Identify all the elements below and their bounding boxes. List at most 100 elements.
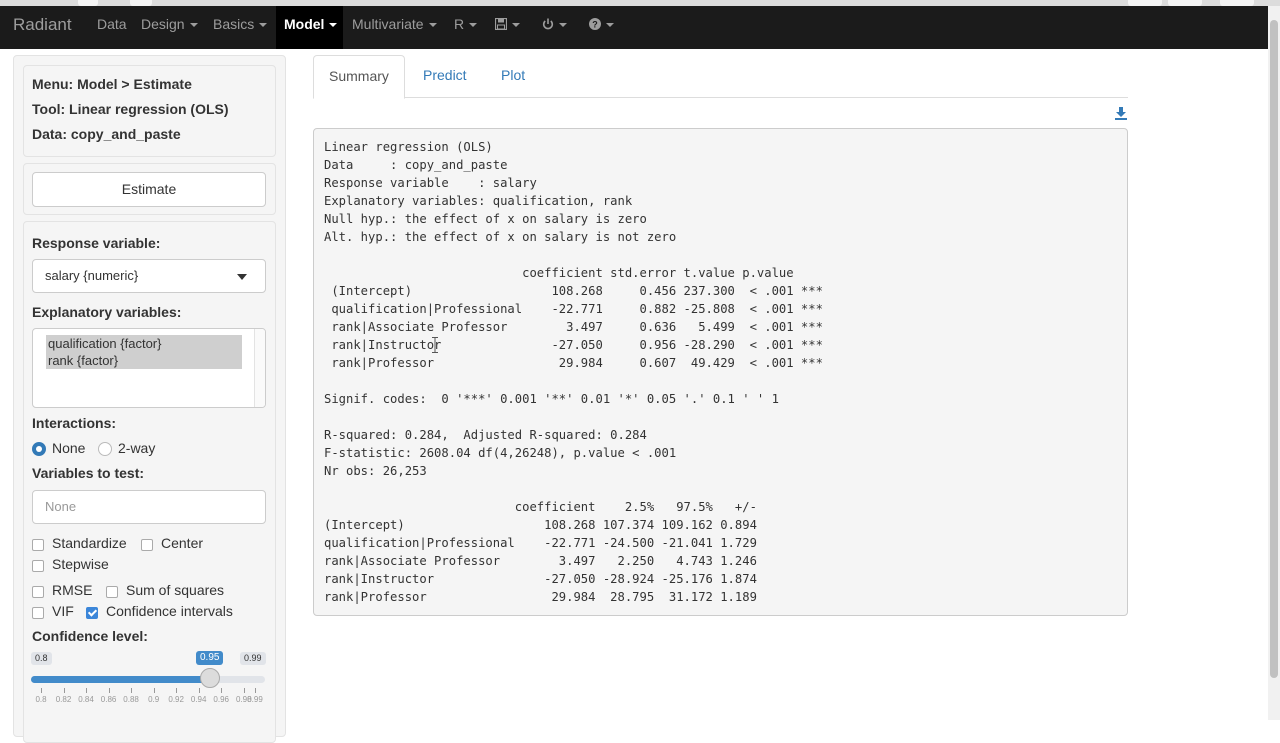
nav-basics[interactable]: Basics xyxy=(213,16,268,38)
standardize-label: Standardize xyxy=(52,535,127,551)
slider-tick-label: 0.86 xyxy=(100,695,117,704)
slider-tick-label: 0.99 xyxy=(247,695,263,704)
confidence-intervals-checkbox[interactable] xyxy=(86,607,98,619)
tab-plot[interactable]: Plot xyxy=(486,55,540,96)
rmse-label: RMSE xyxy=(52,582,93,598)
sidebar-panel: Menu: Model > Estimate Tool: Linear regr… xyxy=(13,55,286,743)
confidence-level-slider[interactable] xyxy=(31,676,265,683)
menu-path: Menu: Model > Estimate xyxy=(32,76,192,92)
response-variable-value: salary {numeric} xyxy=(45,268,139,283)
vif-checkbox[interactable] xyxy=(32,607,44,619)
slider-tick-label: 0.96 xyxy=(213,695,229,704)
caret-down-icon xyxy=(606,23,614,28)
slider-min-label: 0.8 xyxy=(31,652,52,665)
confidence-level-label: Confidence level: xyxy=(32,628,148,644)
slider-tick xyxy=(86,688,88,693)
interactions-2way-label: 2-way xyxy=(118,440,156,456)
confidence-intervals-label: Confidence intervals xyxy=(106,603,233,619)
caret-down-icon xyxy=(259,23,268,28)
scrollbar-thumb[interactable] xyxy=(1270,20,1278,678)
slider-tick xyxy=(41,688,42,693)
sum-of-squares-checkbox[interactable] xyxy=(106,586,118,598)
center-checkbox[interactable] xyxy=(141,539,153,551)
interactions-none-radio[interactable] xyxy=(32,442,46,456)
slider-tick xyxy=(63,688,65,693)
caret-down-icon xyxy=(512,23,520,28)
center-label: Center xyxy=(161,535,204,551)
download-icon[interactable] xyxy=(1114,106,1128,120)
slider-tick xyxy=(131,688,133,693)
stepwise-label: Stepwise xyxy=(52,556,109,572)
text-cursor-icon xyxy=(432,337,438,353)
nav-design[interactable]: Design xyxy=(141,16,198,38)
slider-tick xyxy=(221,688,223,693)
list-scrollbar[interactable] xyxy=(254,329,265,407)
slider-fill xyxy=(31,676,210,683)
slider-value-label: 0.95 xyxy=(196,651,224,665)
nav-multivariate[interactable]: Multivariate xyxy=(352,16,437,38)
regression-summary-text: Linear regression (OLS) Data : copy_and_… xyxy=(324,140,823,604)
rmse-checkbox[interactable] xyxy=(32,586,44,598)
response-variable-select[interactable]: salary {numeric} xyxy=(32,259,266,293)
dropdown-arrow-icon xyxy=(237,274,247,280)
tab-summary[interactable]: Summary xyxy=(313,55,405,99)
svg-text:?: ? xyxy=(592,20,598,30)
caret-down-icon xyxy=(189,23,198,28)
menu-info-well: Menu: Model > Estimate Tool: Linear regr… xyxy=(23,65,276,157)
options-well: Response variable: salary {numeric} Expl… xyxy=(23,221,276,743)
tab-predict[interactable]: Predict xyxy=(408,55,482,96)
vif-label: VIF xyxy=(52,603,74,619)
slider-tick-label: 0.88 xyxy=(123,695,139,704)
list-option[interactable]: rank {factor} xyxy=(46,352,242,369)
slider-tick xyxy=(255,688,256,693)
top-navbar: Radiant Data Design Basics Model Multiva… xyxy=(0,6,1268,49)
nav-model[interactable]: Model xyxy=(284,16,338,38)
estimate-button[interactable]: Estimate xyxy=(32,172,266,207)
app-brand[interactable]: Radiant xyxy=(13,15,72,35)
caret-down-icon xyxy=(469,23,478,28)
nav-data[interactable]: Data xyxy=(97,16,127,38)
page-scrollbar[interactable] xyxy=(1268,6,1280,720)
slider-handle[interactable] xyxy=(199,668,220,688)
slider-tick-label: 0.94 xyxy=(190,695,207,704)
tool-name: Tool: Linear regression (OLS) xyxy=(32,101,229,117)
interactions-2way-radio[interactable] xyxy=(98,442,112,456)
slider-tick-label: 0.84 xyxy=(78,695,94,704)
slider-tick-label: 0.92 xyxy=(168,695,184,704)
response-variable-label: Response variable: xyxy=(32,235,161,251)
nav-help[interactable]: ? xyxy=(589,16,614,38)
slider-tick xyxy=(176,688,178,693)
standardize-checkbox[interactable] xyxy=(32,539,44,551)
variables-to-test-label: Variables to test: xyxy=(32,465,145,481)
help-icon: ? xyxy=(589,18,601,30)
nav-power[interactable] xyxy=(542,16,567,38)
caret-down-icon xyxy=(559,23,567,28)
interactions-none-label: None xyxy=(52,440,86,456)
slider-tick-label: 0.82 xyxy=(55,695,72,704)
dataset-name: Data: copy_and_paste xyxy=(32,126,181,142)
nav-r[interactable]: R xyxy=(454,16,478,38)
slider-tick xyxy=(153,688,155,693)
save-icon xyxy=(495,18,507,30)
slider-tick-label: 0.9 xyxy=(148,695,160,704)
stepwise-checkbox[interactable] xyxy=(32,560,44,572)
variables-to-test-input[interactable]: None xyxy=(32,490,266,524)
estimate-well: Estimate xyxy=(23,163,276,215)
nav-save[interactable] xyxy=(495,16,520,38)
interactions-label: Interactions: xyxy=(32,415,117,431)
slider-tick xyxy=(243,688,245,693)
variables-to-test-placeholder: None xyxy=(45,499,77,514)
explanatory-variables-label: Explanatory variables: xyxy=(32,304,182,320)
slider-tick-label: 0.8 xyxy=(35,695,47,704)
explanatory-variables-list[interactable]: qualification {factor} rank {factor} xyxy=(32,328,266,408)
list-option[interactable]: qualification {factor} xyxy=(46,335,242,352)
regression-output: Linear regression (OLS) Data : copy_and_… xyxy=(313,128,1128,616)
slider-tick xyxy=(198,688,200,693)
caret-down-icon xyxy=(329,23,338,28)
caret-down-icon xyxy=(428,23,437,28)
sum-of-squares-label: Sum of squares xyxy=(126,582,225,598)
slider-max-label: 0.99 xyxy=(240,652,266,665)
power-icon xyxy=(542,18,554,30)
output-tabs: Summary Predict Plot xyxy=(313,55,1128,99)
slider-tick xyxy=(108,688,110,693)
